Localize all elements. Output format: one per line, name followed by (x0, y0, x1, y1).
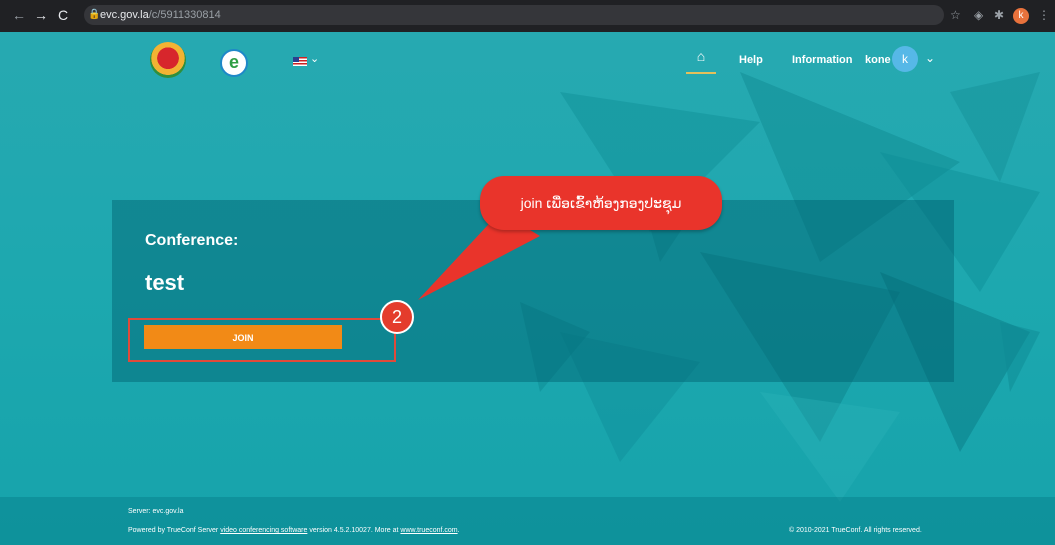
copyright: © 2010-2021 TrueConf. All rights reserve… (789, 527, 922, 534)
powered-middle: version 4.5.2.10027. More at (309, 527, 399, 534)
server-info: Server: evc.gov.la (128, 508, 184, 515)
powered-link[interactable]: video conferencing software (220, 527, 307, 534)
trueconf-link[interactable]: www.trueconf.com (400, 527, 457, 534)
annotation-highlight-box (128, 318, 396, 362)
powered-by: Powered by TrueConf Server video confere… (128, 527, 460, 534)
callout-pointer (418, 212, 540, 300)
annotation-callout: join ເພື່ອເຂົ້າຫ້ອງກອງປະຊຸມ (480, 176, 722, 230)
step-number-badge: 2 (380, 300, 414, 334)
powered-prefix: Powered by TrueConf Server (128, 527, 219, 534)
powered-suffix: . (457, 527, 460, 534)
footer: Server: evc.gov.la Powered by TrueConf S… (0, 497, 1055, 545)
